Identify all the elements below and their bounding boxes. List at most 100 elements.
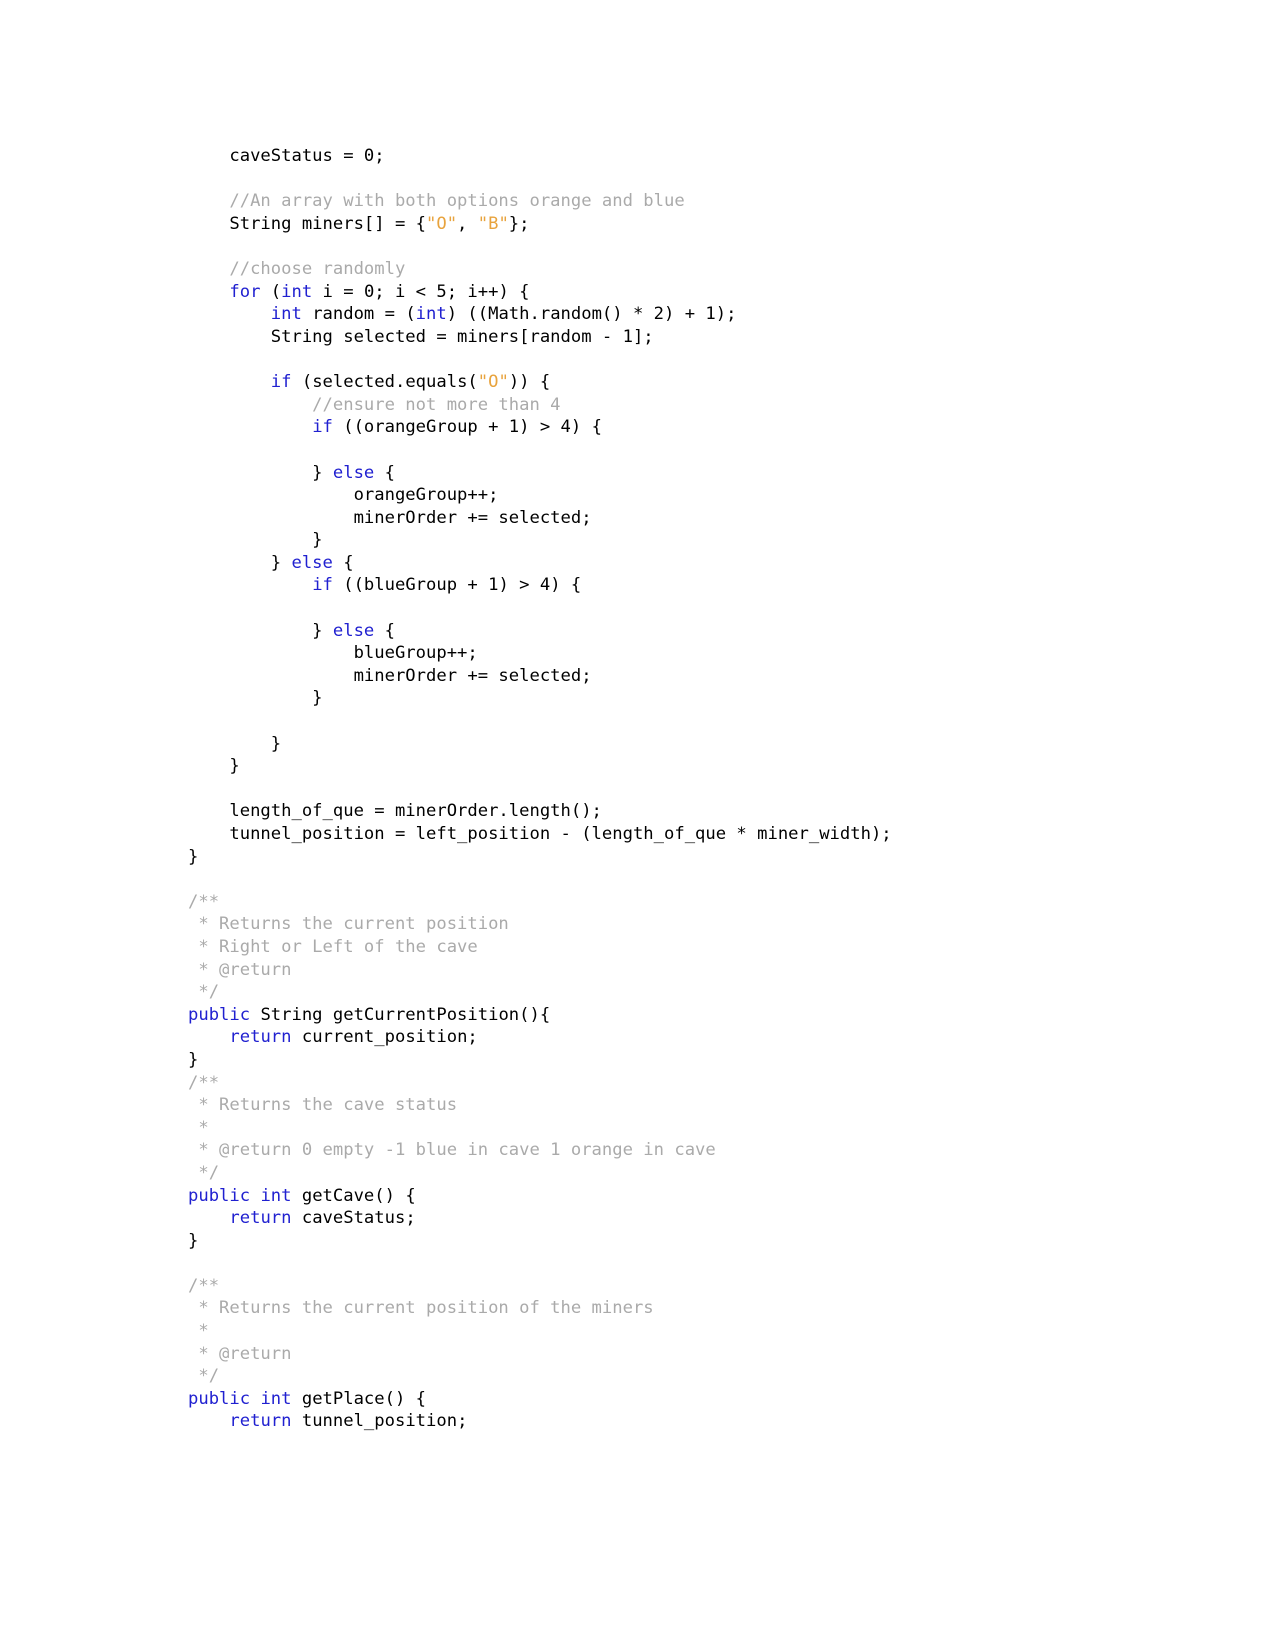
- code-token-plain: current_position;: [291, 1027, 478, 1048]
- document-page: caveStatus = 0; //An array with both opt…: [0, 0, 1275, 1651]
- code-line: }: [188, 733, 1188, 756]
- code-token-cmt: * @return: [188, 1343, 292, 1364]
- code-token-str: "O": [477, 372, 509, 393]
- code-token-plain: }: [188, 552, 292, 573]
- code-line: *: [188, 1117, 1188, 1140]
- code-token-kw: int: [270, 304, 302, 325]
- code-line: * Right or Left of the cave: [188, 936, 1188, 959]
- code-token-plain: }: [188, 733, 282, 754]
- code-token-plain: ((blueGroup + 1) > 4) {: [332, 575, 582, 596]
- code-token-kw: return: [229, 1027, 292, 1048]
- code-token-cmt: * Returns the cave status: [188, 1095, 458, 1116]
- code-token-kw: for: [229, 281, 261, 302]
- code-token-cmt: * Right or Left of the cave: [188, 936, 478, 957]
- code-line: orangeGroup++;: [188, 484, 1188, 507]
- code-token-plain: length_of_que = minerOrder.length();: [188, 801, 602, 822]
- code-line: tunnel_position = left_position - (lengt…: [188, 823, 1188, 846]
- code-line: if ((orangeGroup + 1) > 4) {: [188, 416, 1188, 439]
- code-token-plain: {: [374, 620, 395, 641]
- code-line: * Returns the current position: [188, 913, 1188, 936]
- code-line: minerOrder += selected;: [188, 507, 1188, 530]
- code-line: * @return: [188, 1343, 1188, 1366]
- code-line: String miners[] = {"O", "B"};: [188, 213, 1188, 236]
- code-token-plain: }: [188, 462, 333, 483]
- code-token-plain: orangeGroup++;: [188, 485, 499, 506]
- code-line: return caveStatus;: [188, 1207, 1188, 1230]
- source-code-listing: caveStatus = 0; //An array with both opt…: [188, 145, 1188, 1433]
- code-token-plain: caveStatus = 0;: [188, 146, 385, 167]
- code-line: }: [188, 755, 1188, 778]
- code-token-kw: return: [229, 1411, 292, 1432]
- code-line: return tunnel_position;: [188, 1410, 1188, 1433]
- code-token-kw: int: [281, 281, 313, 302]
- code-token-plain: getPlace() {: [291, 1388, 427, 1409]
- code-token-plain: String getCurrentPosition(){: [250, 1004, 551, 1025]
- code-token-plain: }: [188, 1049, 199, 1070]
- code-line: */: [188, 981, 1188, 1004]
- code-token-kw: else: [291, 552, 333, 573]
- code-line: }: [188, 687, 1188, 710]
- code-line: //choose randomly: [188, 258, 1188, 281]
- code-token-plain: {: [332, 552, 354, 573]
- code-line: * Returns the current position of the mi…: [188, 1297, 1188, 1320]
- code-token-cmt: * Returns the current position of the mi…: [188, 1298, 654, 1319]
- code-token-plain: {: [374, 462, 395, 483]
- code-token-kw: int: [260, 1388, 292, 1409]
- code-line: if ((blueGroup + 1) > 4) {: [188, 574, 1188, 597]
- code-token-plain: }: [188, 1230, 199, 1251]
- code-line: String selected = miners[random - 1];: [188, 326, 1188, 349]
- code-token-cmt: /**: [188, 891, 220, 912]
- code-token-plain: random = (: [301, 304, 416, 325]
- code-line: length_of_que = minerOrder.length();: [188, 800, 1188, 823]
- code-token-plain: }: [188, 688, 323, 709]
- code-line: minerOrder += selected;: [188, 665, 1188, 688]
- code-token-kw: public: [188, 1388, 251, 1409]
- code-token-cmt: /**: [188, 1072, 220, 1093]
- code-token-plain: }: [188, 756, 240, 777]
- code-token-str: "O": [426, 213, 458, 234]
- code-token-kw: int: [415, 304, 447, 325]
- code-token-plain: }: [188, 530, 323, 551]
- code-line: if (selected.equals("O")) {: [188, 371, 1188, 394]
- code-line: /**: [188, 891, 1188, 914]
- code-line: /**: [188, 1275, 1188, 1298]
- code-line: */: [188, 1365, 1188, 1388]
- code-token-kw: if: [312, 417, 333, 438]
- code-token-plain: )) {: [508, 372, 551, 393]
- code-token-cmt: //An array with both options orange and …: [188, 191, 685, 212]
- code-token-plain: tunnel_position = left_position - (lengt…: [188, 824, 892, 844]
- code-token-plain: minerOrder += selected;: [188, 507, 592, 528]
- code-token-plain: }: [188, 846, 199, 867]
- code-token-cmt: */: [188, 982, 220, 1003]
- code-token-plain: blueGroup++;: [188, 643, 478, 664]
- code-token-cmt: */: [188, 1366, 220, 1387]
- code-token-kw: return: [229, 1208, 292, 1229]
- code-line: public int getCave() {: [188, 1185, 1188, 1208]
- code-line: }: [188, 529, 1188, 552]
- code-token-cmt: //ensure not more than 4: [188, 394, 561, 415]
- code-token-cmt: */: [188, 1162, 220, 1183]
- code-token-plain: }: [188, 620, 333, 641]
- code-token-kw: else: [332, 462, 375, 483]
- code-token-kw: if: [270, 372, 292, 393]
- code-token-str: "B": [477, 213, 509, 234]
- code-token-plain: tunnel_position;: [291, 1411, 468, 1432]
- code-line: for (int i = 0; i < 5; i++) {: [188, 281, 1188, 304]
- code-line: //An array with both options orange and …: [188, 190, 1188, 213]
- code-line: } else {: [188, 620, 1188, 643]
- code-line: }: [188, 1049, 1188, 1072]
- code-line: blueGroup++;: [188, 642, 1188, 665]
- code-line: } else {: [188, 552, 1188, 575]
